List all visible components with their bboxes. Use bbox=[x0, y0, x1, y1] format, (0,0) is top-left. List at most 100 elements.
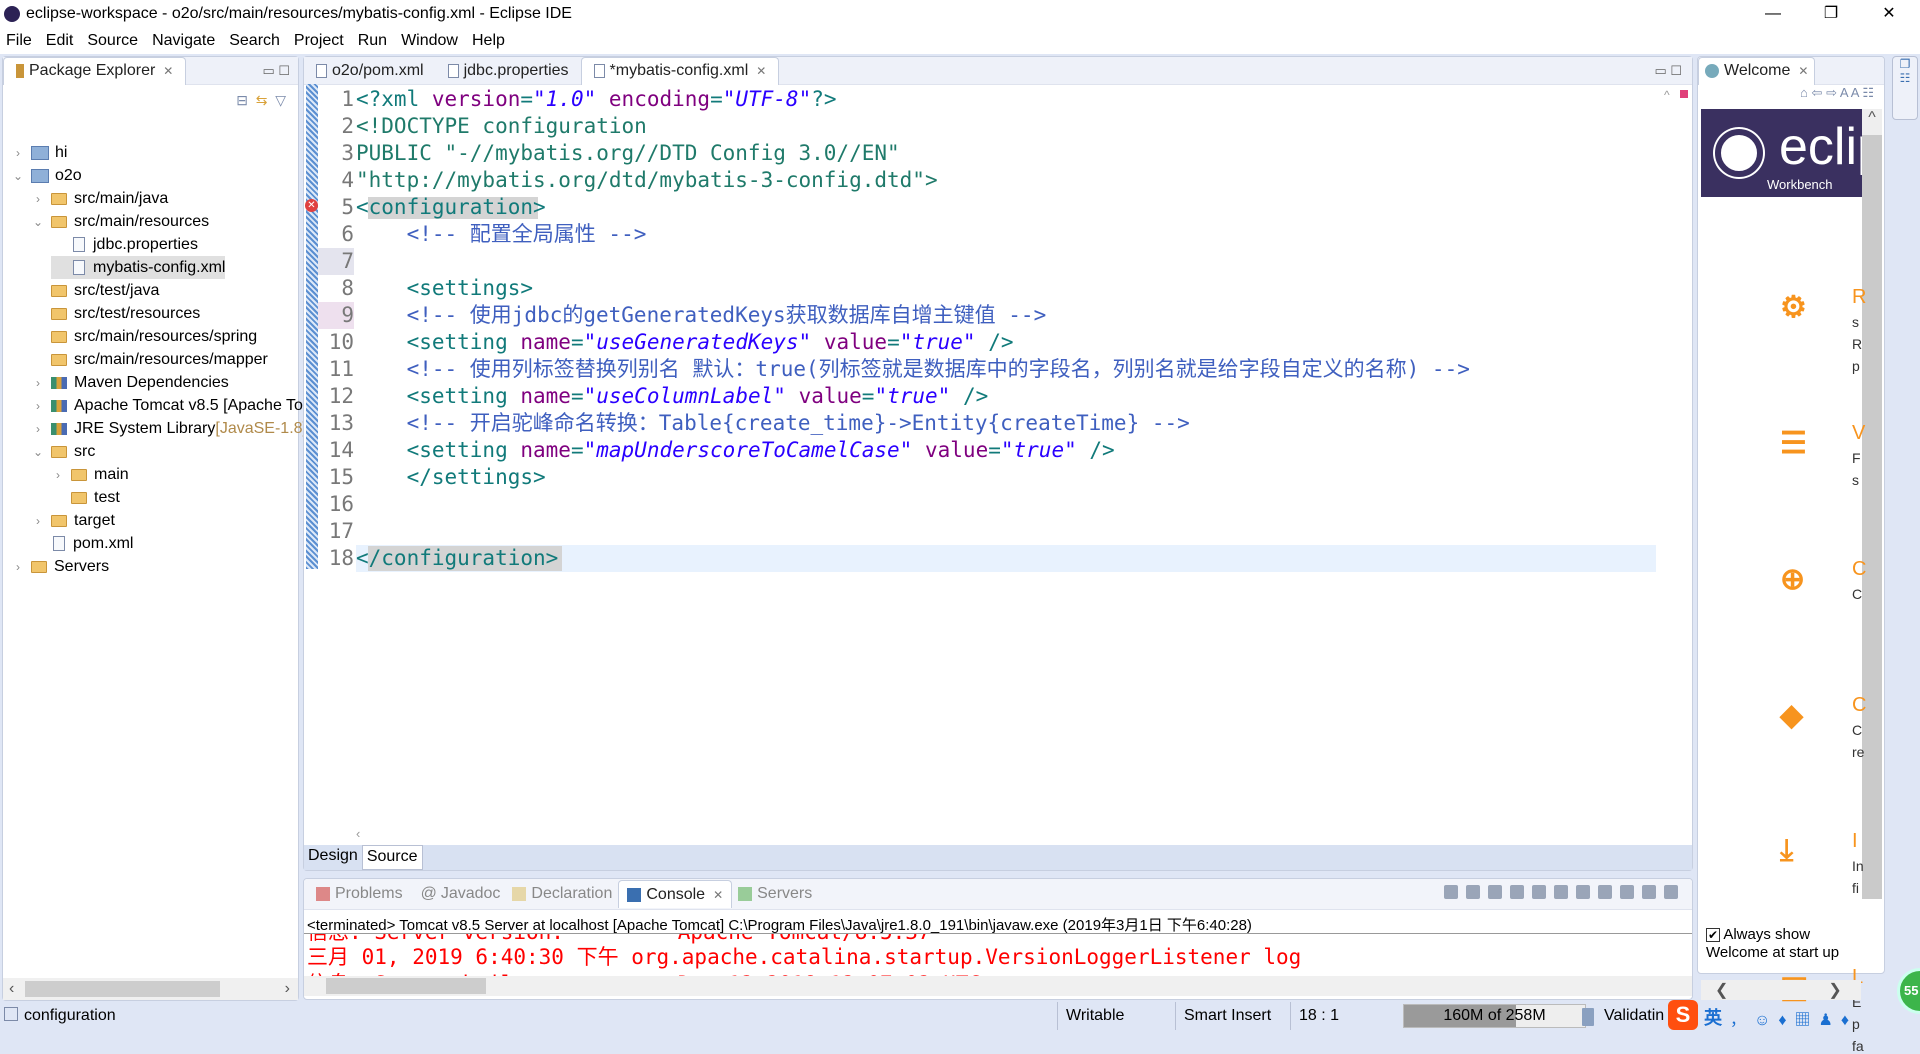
tree-item[interactable]: › target bbox=[31, 509, 115, 532]
welcome-item-title[interactable]: R bbox=[1852, 286, 1866, 309]
code-line[interactable]: <setting name="mapUnderscoreToCamelCase"… bbox=[356, 437, 1115, 464]
welcome-item-title[interactable]: C bbox=[1852, 694, 1866, 717]
vertical-scrollbar[interactable]: ^ bbox=[1664, 86, 1678, 826]
new-console-icon[interactable] bbox=[1664, 884, 1678, 899]
expand-toggle-icon[interactable]: ⌄ bbox=[11, 169, 25, 183]
welcome-vscrollbar[interactable]: ^ bbox=[1862, 109, 1882, 899]
horizontal-scrollbar[interactable]: ‹ › bbox=[3, 978, 298, 1000]
minimize-maximize-icons[interactable]: ▭ ☐ bbox=[262, 63, 290, 79]
floating-badge[interactable]: 55 bbox=[1897, 968, 1920, 1014]
menu-navigate[interactable]: Navigate bbox=[152, 32, 215, 50]
home-icon[interactable]: ⌂ bbox=[1800, 85, 1808, 100]
right-trim-stack[interactable]: ❐ ☷ bbox=[1892, 56, 1918, 120]
tree-item[interactable]: ⌄ o2o bbox=[11, 164, 82, 187]
code-line[interactable]: </configuration> bbox=[356, 545, 558, 572]
expand-toggle-icon[interactable]: › bbox=[31, 422, 45, 436]
remove-all-icon[interactable] bbox=[1488, 884, 1502, 899]
link-editor-icon[interactable]: ⇆ bbox=[256, 92, 268, 108]
expand-toggle-icon[interactable]: › bbox=[31, 192, 45, 206]
minimize-maximize-icons[interactable]: ▭ ☐ bbox=[1654, 63, 1682, 79]
welcome-hscrollbar[interactable]: ❮ ❯ bbox=[1701, 980, 1861, 1000]
pin-console-icon[interactable] bbox=[1620, 884, 1634, 899]
restore-button[interactable]: ❐ bbox=[1802, 0, 1860, 27]
code-line[interactable]: <setting name="useGeneratedKeys" value="… bbox=[356, 329, 1014, 356]
tree-item[interactable]: test bbox=[51, 486, 120, 509]
menu-run[interactable]: Run bbox=[358, 32, 387, 50]
plus-circle-icon[interactable]: ⊕ bbox=[1780, 562, 1805, 597]
close-icon[interactable]: ✕ bbox=[163, 64, 173, 78]
tree-item[interactable]: ⌄ src/main/resources bbox=[31, 210, 209, 233]
tree-item[interactable]: jdbc.properties bbox=[51, 233, 198, 256]
code-line[interactable]: "http://mybatis.org/dtd/mybatis-3-config… bbox=[356, 167, 938, 194]
tab-jdbc-properties[interactable]: jdbc.properties bbox=[436, 57, 581, 85]
tab-pom-xml[interactable]: o2o/pom.xml bbox=[304, 57, 436, 85]
tree-item[interactable]: › Servers bbox=[11, 555, 109, 578]
minimize-button[interactable]: — bbox=[1744, 0, 1802, 27]
remove-launch-icon[interactable] bbox=[1466, 884, 1480, 899]
git-icon[interactable]: ◆ bbox=[1780, 698, 1803, 733]
restore-icon[interactable]: ❐ bbox=[1893, 57, 1917, 71]
back-icon[interactable]: ⇦ bbox=[1812, 85, 1823, 100]
menu-help[interactable]: Help bbox=[472, 32, 505, 50]
tree-item[interactable]: › Apache Tomcat v8.5 [Apache To bbox=[31, 394, 303, 417]
show-stderr-icon[interactable] bbox=[1598, 884, 1612, 899]
welcome-item-title[interactable]: V bbox=[1852, 422, 1865, 445]
expand-toggle-icon[interactable]: › bbox=[11, 146, 25, 160]
close-icon[interactable]: ✕ bbox=[713, 888, 723, 902]
ime-toolbar-icons[interactable]: ，☺♦▦♟♦ bbox=[1730, 1006, 1857, 1030]
expand-toggle-icon[interactable]: › bbox=[31, 376, 45, 390]
code-line[interactable]: <settings> bbox=[356, 275, 533, 302]
font-decrease-icon[interactable]: A bbox=[1840, 85, 1848, 100]
code-line[interactable]: <!DOCTYPE configuration bbox=[356, 113, 647, 140]
code-line[interactable]: <?xml version="1.0" encoding="UTF-8"?> bbox=[356, 86, 837, 113]
view-menu-icon[interactable]: ▽ bbox=[275, 92, 286, 108]
tab-mybatis-config[interactable]: *mybatis-config.xml ✕ bbox=[580, 56, 780, 85]
code-line[interactable]: <!-- 配置全局属性 --> bbox=[356, 221, 647, 248]
scroll-lock-icon[interactable] bbox=[1532, 884, 1546, 899]
expand-toggle-icon[interactable]: › bbox=[31, 399, 45, 413]
close-icon[interactable]: ✕ bbox=[1798, 64, 1808, 78]
expand-toggle-icon[interactable]: ⌄ bbox=[31, 215, 45, 229]
menu-edit[interactable]: Edit bbox=[46, 32, 74, 50]
download-icon[interactable]: ⤓ bbox=[1780, 834, 1793, 868]
code-line[interactable]: <setting name="useColumnLabel" value="tr… bbox=[356, 383, 989, 410]
close-icon[interactable]: ✕ bbox=[756, 64, 766, 78]
code-line[interactable]: </settings> bbox=[356, 464, 546, 491]
code-line[interactable]: <!-- 使用jdbc的getGeneratedKeys获取数据库自增主键值 -… bbox=[356, 302, 1047, 329]
tree-item[interactable]: › hi bbox=[11, 141, 67, 164]
ime-language[interactable]: 英 bbox=[1704, 1004, 1722, 1030]
checkbox-icon[interactable]: ✔ bbox=[1706, 928, 1720, 942]
gear-icon[interactable]: ⚙ bbox=[1780, 290, 1807, 325]
customize-icon[interactable]: ☷ bbox=[1862, 85, 1874, 100]
tab-welcome[interactable]: Welcome ✕ bbox=[1698, 57, 1816, 85]
tab-declaration[interactable]: Declaration bbox=[506, 880, 618, 908]
tab-package-explorer[interactable]: Package Explorer ✕ bbox=[3, 56, 187, 85]
clear-console-icon[interactable] bbox=[1510, 884, 1524, 899]
forward-icon[interactable]: ⇨ bbox=[1826, 85, 1837, 100]
tab-console[interactable]: Console ✕ bbox=[618, 880, 733, 908]
status-insert-mode[interactable]: Smart Insert bbox=[1175, 1002, 1275, 1030]
tree-item[interactable]: pom.xml bbox=[31, 532, 133, 555]
word-wrap-icon[interactable] bbox=[1554, 884, 1568, 899]
tree-item[interactable]: › JRE System Library [JavaSE-1.8] bbox=[31, 417, 307, 440]
tab-design[interactable]: Design bbox=[304, 845, 362, 870]
menu-window[interactable]: Window bbox=[401, 32, 458, 50]
always-show-checkbox[interactable]: ✔ Always show Welcome at start up bbox=[1706, 926, 1839, 962]
close-button[interactable]: ✕ bbox=[1860, 0, 1918, 27]
welcome-item-title[interactable]: I bbox=[1852, 830, 1858, 853]
menu-source[interactable]: Source bbox=[87, 32, 138, 50]
eclipse-banner[interactable]: eclipse Workbench bbox=[1701, 109, 1884, 197]
code-line[interactable]: <!-- 使用列标签替换列别名 默认：true(列标签就是数据库中的字段名，列别… bbox=[356, 356, 1470, 383]
tree-item[interactable]: › src/main/java bbox=[31, 187, 168, 210]
expand-toggle-icon[interactable]: ⌄ bbox=[31, 445, 45, 459]
code-line[interactable]: PUBLIC "-//mybatis.org//DTD Config 3.0//… bbox=[356, 140, 900, 167]
console-hscrollbar[interactable] bbox=[304, 976, 1692, 996]
tree-item[interactable]: › main bbox=[51, 463, 129, 486]
terminate-icon[interactable] bbox=[1444, 884, 1458, 899]
tab-javadoc[interactable]: @ Javadoc bbox=[415, 880, 507, 908]
font-increase-icon[interactable]: A bbox=[1851, 85, 1859, 100]
tree-item[interactable]: src/test/resources bbox=[31, 302, 200, 325]
console-output[interactable]: 信息: Server version: Apache Tomcat/8.5.37… bbox=[304, 934, 1692, 976]
code-line[interactable]: <!-- 开启驼峰命名转换：Table{create_time}->Entity… bbox=[356, 410, 1190, 437]
tree-item[interactable]: src/test/java bbox=[31, 279, 159, 302]
